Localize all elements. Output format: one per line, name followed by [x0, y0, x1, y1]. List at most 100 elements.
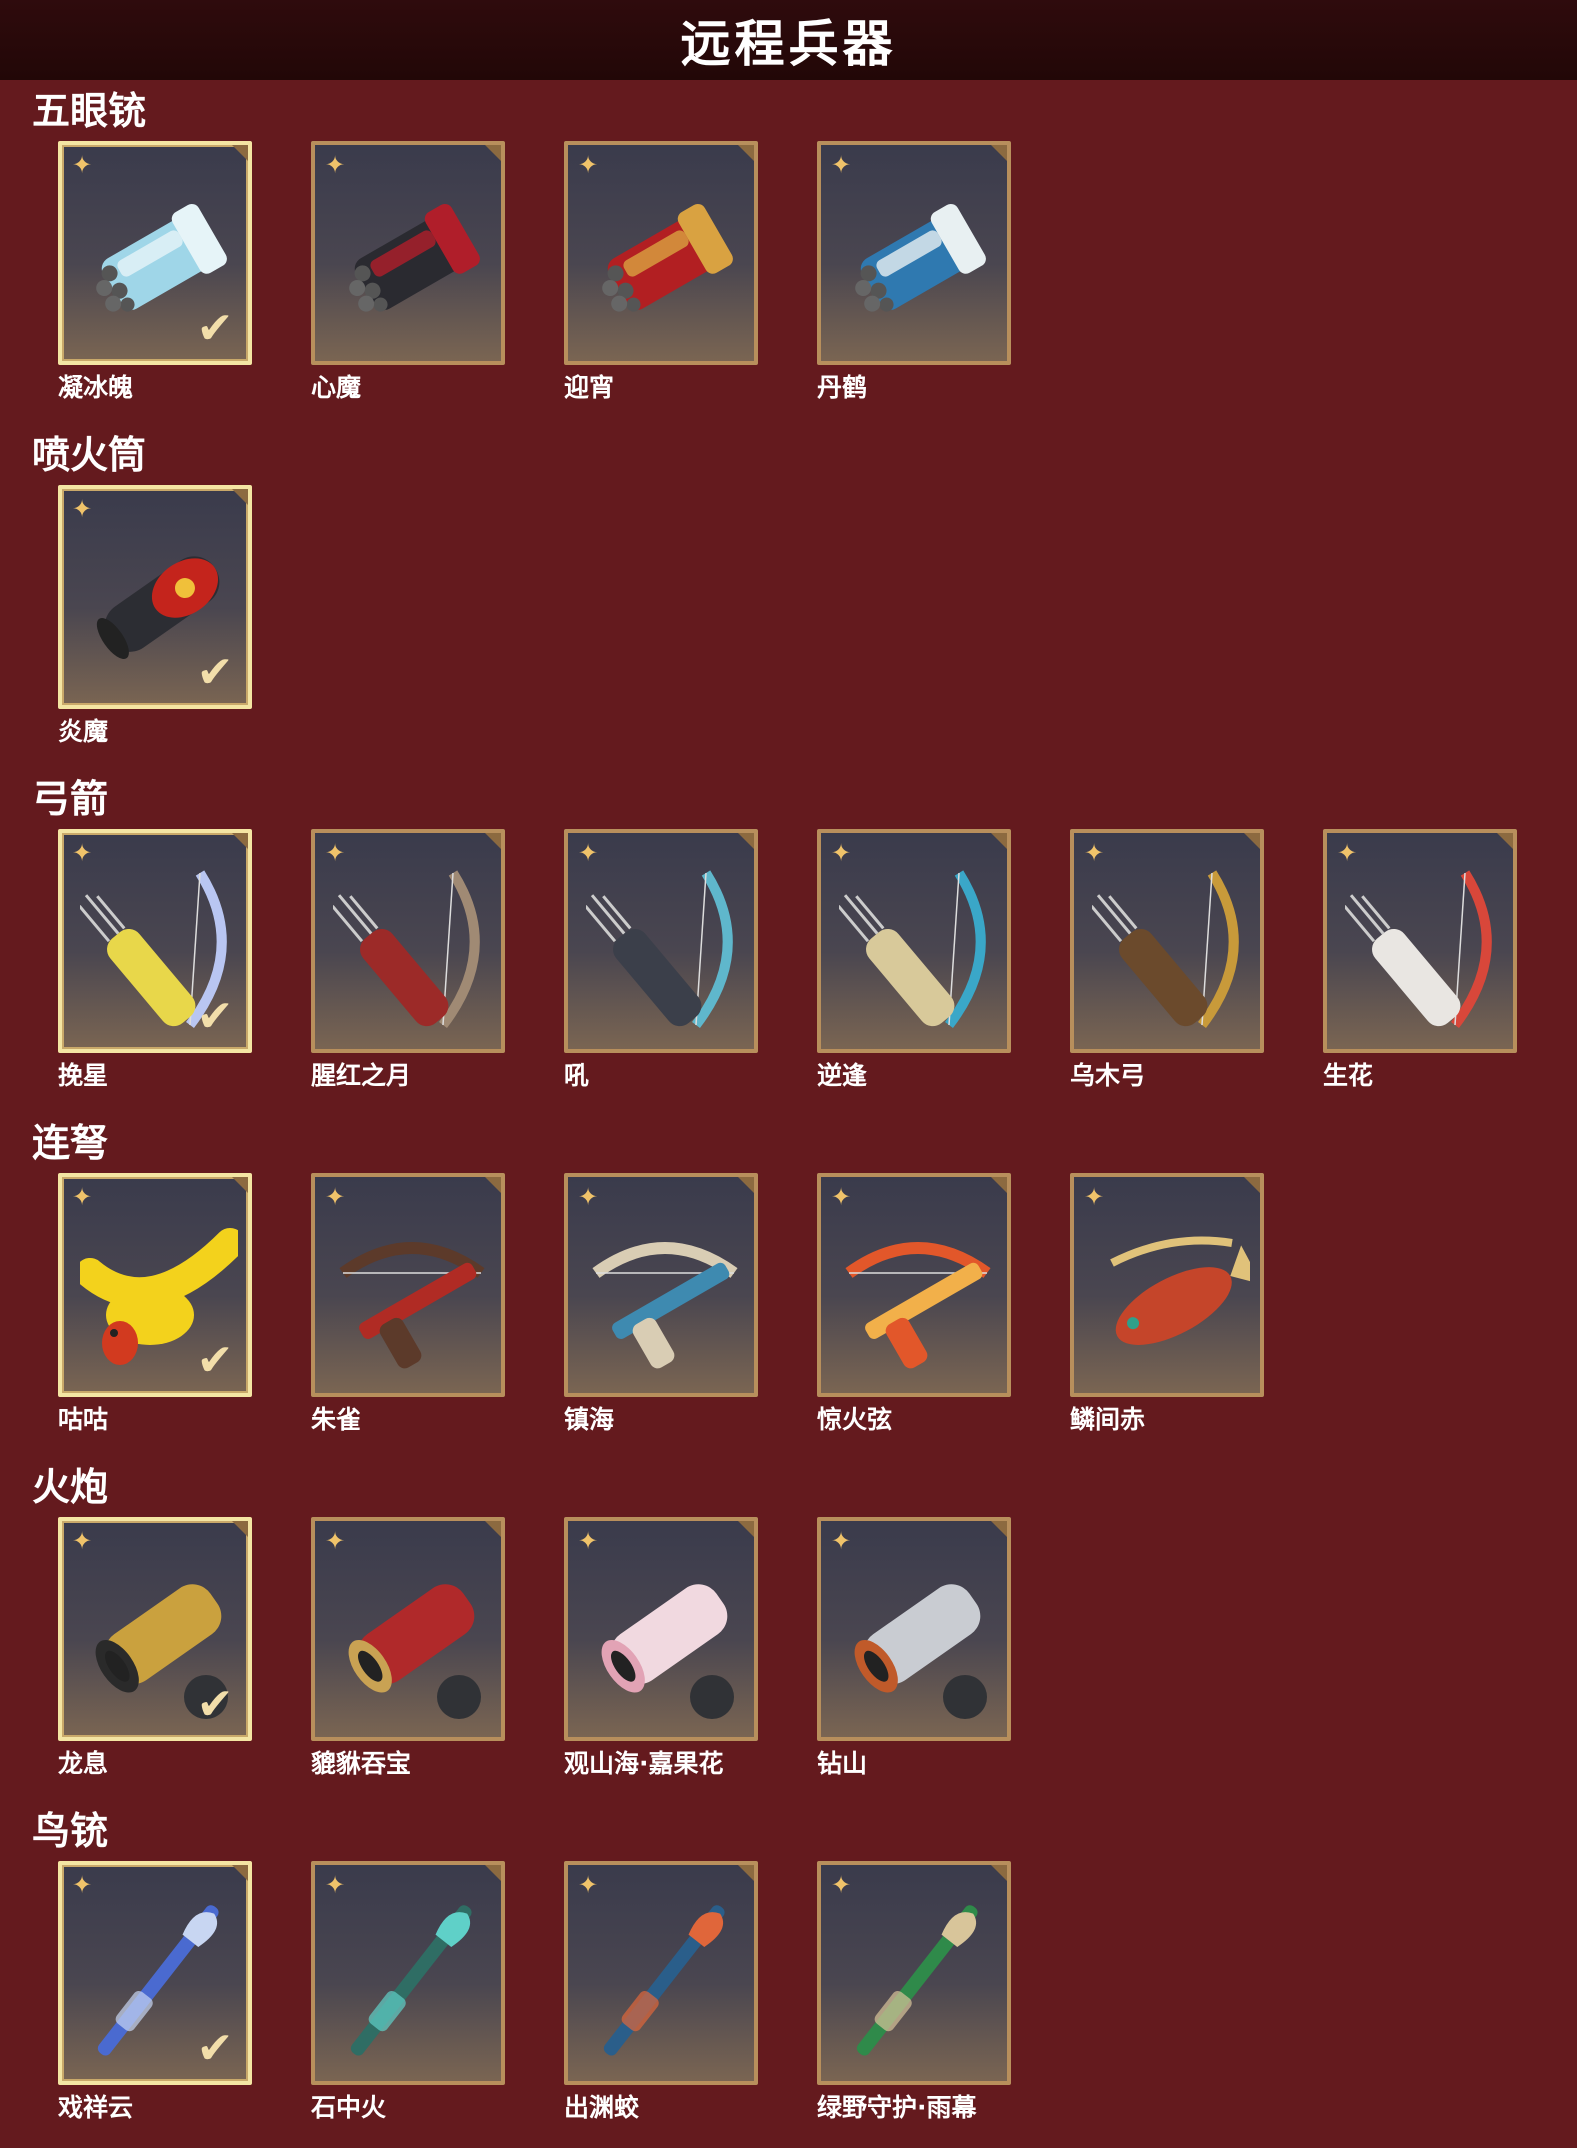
corner-tag-icon	[738, 1521, 754, 1537]
weapon-tile[interactable]: ✦	[311, 1861, 505, 2085]
weapon-card[interactable]: ✦ 出渊蛟	[564, 1861, 758, 2126]
weapon-tile[interactable]: ✦	[817, 1173, 1011, 1397]
corner-tag-icon	[1497, 833, 1513, 849]
shuriken-icon: ✦	[324, 1871, 346, 1899]
weapon-card[interactable]: ✦ 镇海	[564, 1173, 758, 1438]
weapon-name: 钻山	[817, 1749, 868, 1778]
weapon-art-musket	[603, 1905, 725, 2056]
weapon-card[interactable]: ✦ ✔ 挽星	[58, 829, 252, 1094]
weapon-tile[interactable]: ✦ ✔	[58, 1861, 252, 2085]
weapon-art-fivebarrel-gun	[855, 203, 986, 312]
weapon-category: 喷火筒 ✦ ✔ 炎魔	[0, 428, 1577, 772]
corner-tag-icon	[485, 1521, 501, 1537]
category-title: 鸟铳	[32, 1809, 109, 1853]
weapon-card[interactable]: ✦ 石中火	[311, 1861, 505, 2126]
weapon-tile[interactable]: ✦	[311, 829, 505, 1053]
weapon-tile[interactable]: ✦	[817, 1517, 1011, 1741]
weapon-card[interactable]: ✦ 迎宵	[564, 141, 758, 406]
shuriken-icon: ✦	[71, 839, 93, 867]
shuriken-icon: ✦	[71, 1527, 93, 1555]
weapon-card[interactable]: ✦ 钻山	[817, 1517, 1011, 1782]
weapon-tile[interactable]: ✦	[311, 141, 505, 365]
weapon-name: 迎宵	[564, 373, 615, 402]
weapon-card[interactable]: ✦ 乌木弓	[1070, 829, 1264, 1094]
weapon-name: 貔貅吞宝	[311, 1749, 412, 1778]
shuriken-icon: ✦	[830, 839, 852, 867]
weapon-tile[interactable]: ✦	[564, 1173, 758, 1397]
weapon-tile[interactable]: ✦	[564, 1861, 758, 2085]
weapon-card[interactable]: ✦ 惊火弦	[817, 1173, 1011, 1438]
weapon-name: 朱雀	[311, 1405, 362, 1434]
corner-tag-icon	[485, 1865, 501, 1881]
category-title: 火炮	[32, 1465, 109, 1509]
weapon-tile[interactable]: ✦	[817, 829, 1011, 1053]
weapon-art-crossbow	[592, 1242, 738, 1369]
weapon-tile[interactable]: ✦	[311, 1173, 505, 1397]
checkmark-icon: ✔	[196, 2023, 234, 2074]
category-title: 五眼铳	[32, 89, 147, 133]
weapon-name: 出渊蛟	[564, 2093, 640, 2122]
weapon-name: 镇海	[564, 1405, 615, 1434]
corner-tag-icon	[738, 833, 754, 849]
corner-tag-icon	[232, 489, 248, 505]
weapon-card[interactable]: ✦ 丹鹤	[817, 141, 1011, 406]
weapon-card[interactable]: ✦ 貔貅吞宝	[311, 1517, 505, 1782]
weapon-card[interactable]: ✦ 观山海·嘉果花	[564, 1517, 758, 1782]
page-title: 远程兵器	[680, 15, 897, 73]
weapon-name: 惊火弦	[817, 1405, 893, 1434]
weapon-card[interactable]: ✦ ✔ 炎魔	[58, 485, 252, 750]
page-header: 远程兵器	[0, 0, 1577, 80]
checkmark-icon: ✔	[196, 1335, 234, 1386]
checkmark-icon: ✔	[196, 991, 234, 1042]
weapon-tile[interactable]: ✦	[564, 1517, 758, 1741]
weapon-card[interactable]: ✦ ✔ 戏祥云	[58, 1861, 252, 2126]
weapon-art-crossbow	[339, 1242, 485, 1369]
weapon-tile[interactable]: ✦ ✔	[58, 1173, 252, 1397]
weapon-tile[interactable]: ✦	[817, 1861, 1011, 2085]
shuriken-icon: ✦	[830, 151, 852, 179]
weapon-card[interactable]: ✦ 逆逢	[817, 829, 1011, 1094]
shuriken-icon: ✦	[324, 839, 346, 867]
weapon-art-bow	[839, 870, 986, 1029]
corner-tag-icon	[991, 1177, 1007, 1193]
weapon-tile[interactable]: ✦	[564, 141, 758, 365]
weapon-tile[interactable]: ✦	[311, 1517, 505, 1741]
weapon-art-musket	[350, 1905, 472, 2056]
weapon-tile[interactable]: ✦ ✔	[58, 485, 252, 709]
corner-tag-icon	[1244, 833, 1260, 849]
weapon-card[interactable]: ✦ 鳞间赤	[1070, 1173, 1264, 1438]
corner-tag-icon	[991, 833, 1007, 849]
weapon-tile[interactable]: ✦	[1070, 829, 1264, 1053]
weapon-tile[interactable]: ✦	[564, 829, 758, 1053]
weapon-card[interactable]: ✦ 吼	[564, 829, 758, 1094]
shuriken-icon: ✦	[577, 151, 599, 179]
category-title: 喷火筒	[32, 433, 147, 477]
weapon-art-cannon	[601, 1584, 734, 1719]
shuriken-icon: ✦	[830, 1871, 852, 1899]
weapon-category: 火炮 ✦ ✔ 龙息 ✦ 貔貅吞宝 ✦ 观山海·嘉果花 ✦ 钻山	[0, 1460, 1577, 1804]
weapon-card[interactable]: ✦ 腥红之月	[311, 829, 505, 1094]
weapon-tile[interactable]: ✦	[1323, 829, 1517, 1053]
weapon-tile[interactable]: ✦	[817, 141, 1011, 365]
weapon-art-bow	[1345, 870, 1492, 1029]
corner-tag-icon	[485, 833, 501, 849]
weapon-name: 凝冰魄	[58, 373, 134, 402]
weapon-tile[interactable]: ✦ ✔	[58, 829, 252, 1053]
weapon-card[interactable]: ✦ ✔ 凝冰魄	[58, 141, 252, 406]
weapon-name: 绿野守护·雨幕	[817, 2093, 977, 2122]
weapon-tile[interactable]: ✦ ✔	[58, 141, 252, 365]
weapon-card[interactable]: ✦ ✔ 龙息	[58, 1517, 252, 1782]
weapon-art-musket	[856, 1905, 978, 2056]
weapon-card[interactable]: ✦ 心魔	[311, 141, 505, 406]
corner-tag-icon	[232, 833, 248, 849]
weapon-card[interactable]: ✦ 生花	[1323, 829, 1517, 1094]
weapon-tile[interactable]: ✦ ✔	[58, 1517, 252, 1741]
weapon-card[interactable]: ✦ 朱雀	[311, 1173, 505, 1438]
weapon-name: 石中火	[311, 2093, 387, 2122]
category-title: 弓箭	[32, 777, 109, 821]
weapon-card[interactable]: ✦ ✔ 咕咕	[58, 1173, 252, 1438]
corner-tag-icon	[991, 145, 1007, 161]
shuriken-icon: ✦	[71, 151, 93, 179]
weapon-tile[interactable]: ✦	[1070, 1173, 1264, 1397]
weapon-card[interactable]: ✦ 绿野守护·雨幕	[817, 1861, 1011, 2126]
